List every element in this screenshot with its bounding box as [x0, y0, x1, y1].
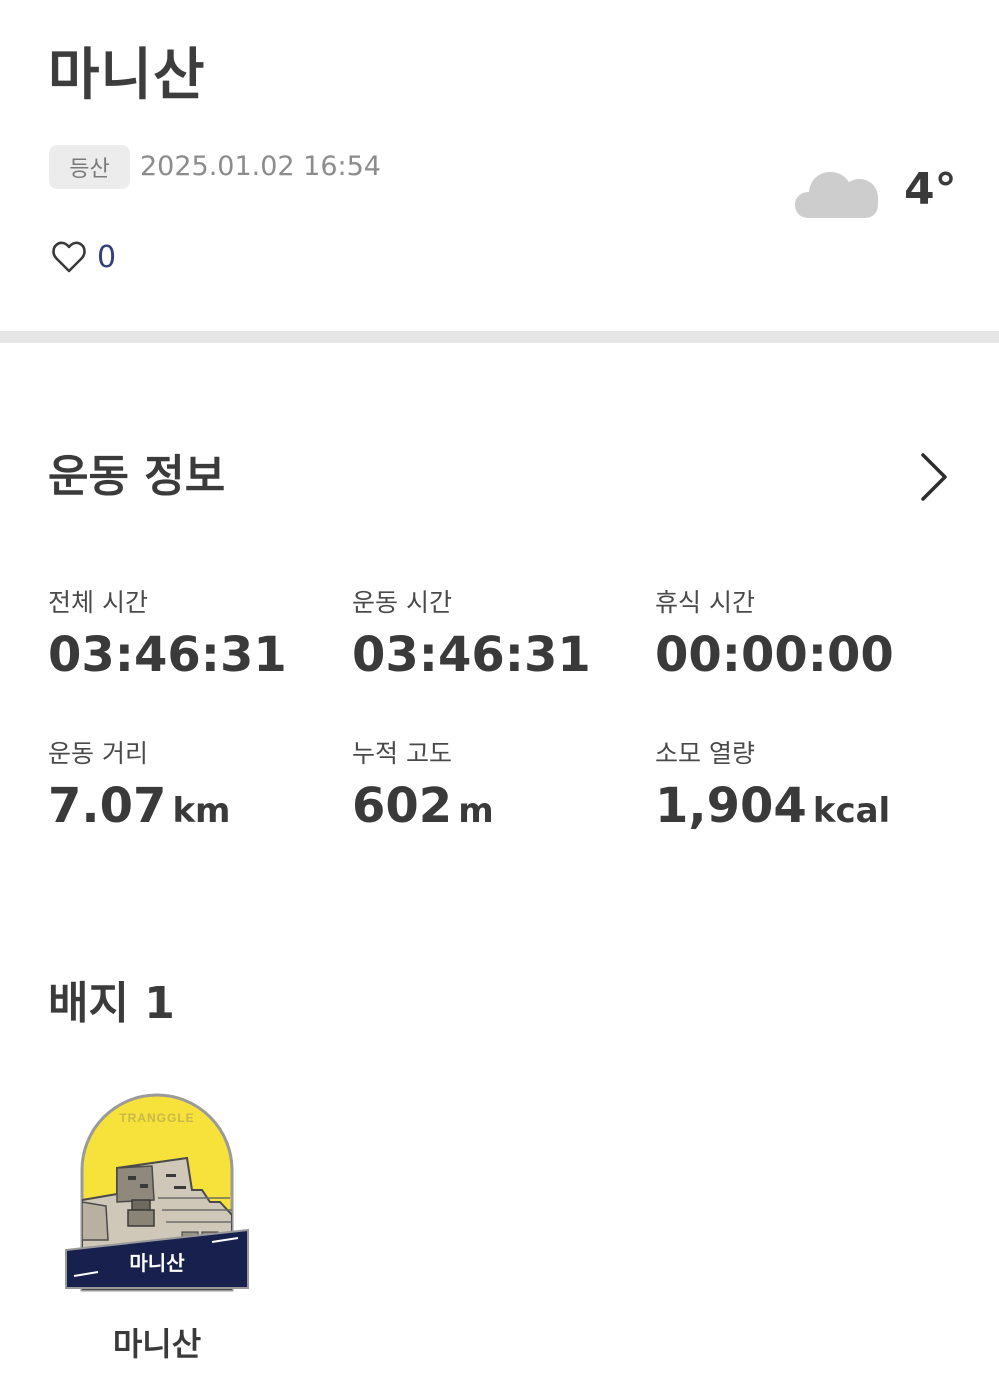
stat-value: 03:46:31 [48, 627, 338, 683]
stat-total-time: 전체 시간 03:46:31 [48, 585, 338, 683]
stat-value: 00:00:00 [655, 627, 945, 683]
heart-outline-icon[interactable] [51, 240, 87, 274]
stat-rest-time: 휴식 시간 00:00:00 [655, 585, 945, 683]
stat-label: 누적 고도 [352, 739, 452, 768]
activity-type-badge: 등산 [49, 145, 130, 189]
stat-value: 602 m [352, 778, 642, 839]
chevron-right-icon[interactable] [918, 452, 950, 502]
cloud-icon [795, 172, 878, 218]
like-count: 0 [97, 240, 117, 275]
stat-value: 03:46:31 [352, 627, 642, 683]
stat-label: 운동 거리 [48, 739, 148, 768]
badge-emblem[interactable]: TRANGGLE 마니산 [62, 1090, 252, 1300]
stat-label: 소모 열량 [655, 739, 755, 768]
stat-number: 602 [352, 778, 453, 834]
badge-emblem-text: TRANGGLE [119, 1111, 194, 1125]
stat-number: 03:46:31 [352, 627, 591, 683]
stat-elevation: 누적 고도 602 m [352, 736, 642, 839]
stat-number: 7.07 [48, 778, 167, 834]
stat-label: 전체 시간 [48, 588, 148, 617]
badge-banner-text: 마니산 [129, 1251, 185, 1275]
stat-number: 1,904 [655, 778, 807, 834]
page-title: 마니산 [48, 43, 206, 108]
stat-unit: m [458, 791, 494, 831]
stat-label: 휴식 시간 [655, 588, 755, 617]
stat-distance: 운동 거리 7.07 km [48, 736, 338, 839]
stat-number: 03:46:31 [48, 627, 287, 683]
stat-exercise-time: 운동 시간 03:46:31 [352, 585, 642, 683]
activity-datetime: 2025.01.02 16:54 [140, 151, 381, 182]
stat-unit: km [172, 791, 231, 831]
badge-name: 마니산 [112, 1325, 202, 1363]
stat-value: 7.07 km [48, 778, 338, 839]
activity-header: 마니산 등산 2025.01.02 16:54 4° 0 [0, 0, 999, 330]
temperature: 4° [904, 164, 957, 215]
stat-calories: 소모 열량 1,904 kcal [655, 736, 945, 839]
stat-label: 운동 시간 [352, 588, 452, 617]
section-divider [0, 331, 999, 343]
exercise-info-title: 운동 정보 [48, 451, 226, 502]
stat-unit: kcal [812, 791, 891, 831]
stat-number: 00:00:00 [655, 627, 894, 683]
stat-value: 1,904 kcal [655, 778, 945, 839]
badges-title: 배지 1 [48, 978, 175, 1029]
